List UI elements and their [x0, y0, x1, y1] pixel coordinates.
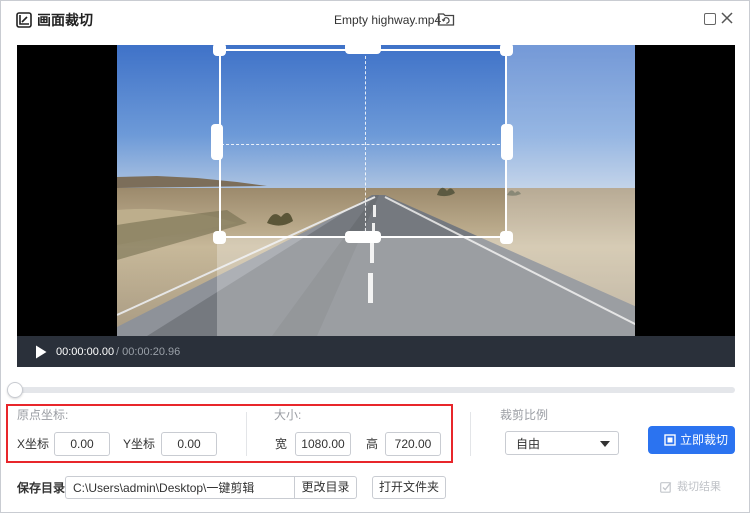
crop-guide-horizontal: [221, 144, 505, 145]
play-icon[interactable]: [35, 345, 47, 359]
crop-handle-left[interactable]: [211, 124, 223, 160]
file-name: Empty highway.mp4: [334, 13, 442, 27]
ratio-selected-value: 自由: [516, 437, 541, 451]
crop-handle-right[interactable]: [501, 124, 513, 160]
maximize-icon[interactable]: [704, 13, 716, 25]
crop-handle-bottom-right[interactable]: [500, 231, 513, 244]
crop-now-button[interactable]: 立即裁切: [648, 426, 735, 454]
save-path-input[interactable]: [65, 476, 294, 499]
app-title: 画面裁切: [37, 12, 93, 28]
highlight-box: [6, 404, 453, 463]
crop-handle-top-left[interactable]: [213, 45, 226, 56]
outside-crop-overlay-right: [507, 45, 635, 336]
open-folder-button[interactable]: 打开文件夹: [372, 476, 446, 499]
ratio-section-label: 裁剪比例: [500, 408, 549, 422]
crop-selection-box[interactable]: [219, 49, 507, 238]
save-directory-label: 保存目录: [17, 481, 66, 495]
title-bar: 画面裁切 Empty highway.mp4: [1, 1, 749, 39]
crop-icon: [664, 434, 676, 446]
crop-handle-bottom[interactable]: [345, 231, 381, 243]
outside-crop-overlay-bottom: [217, 238, 507, 336]
folder-switch-icon[interactable]: [437, 11, 455, 27]
checkbox-icon[interactable]: [660, 481, 672, 493]
close-icon[interactable]: [720, 11, 734, 25]
caret-down-icon: [600, 441, 610, 447]
ratio-select[interactable]: 自由: [505, 431, 619, 455]
video-frame: [117, 45, 635, 336]
crop-app-icon: [16, 12, 32, 28]
player-controls: 00:00:00.00 / 00:00:20.96: [17, 336, 735, 367]
crop-handle-top[interactable]: [345, 45, 381, 54]
timeline-knob[interactable]: [7, 382, 23, 398]
duration: / 00:00:20.96: [116, 346, 181, 358]
crop-handle-top-right[interactable]: [500, 45, 513, 56]
current-time: 00:00:00.00: [56, 346, 115, 358]
crop-result-label[interactable]: 裁切结果: [677, 481, 721, 494]
timeline-track[interactable]: [13, 387, 735, 393]
crop-window: 画面裁切 Empty highway.mp4 00:00:00.00 / 00:…: [0, 0, 750, 513]
crop-now-label: 立即裁切: [680, 433, 729, 447]
video-preview: 00:00:00.00 / 00:00:20.96: [17, 45, 735, 367]
section-divider: [470, 412, 471, 456]
crop-handle-bottom-left[interactable]: [213, 231, 226, 244]
change-directory-button[interactable]: 更改目录: [294, 476, 357, 499]
